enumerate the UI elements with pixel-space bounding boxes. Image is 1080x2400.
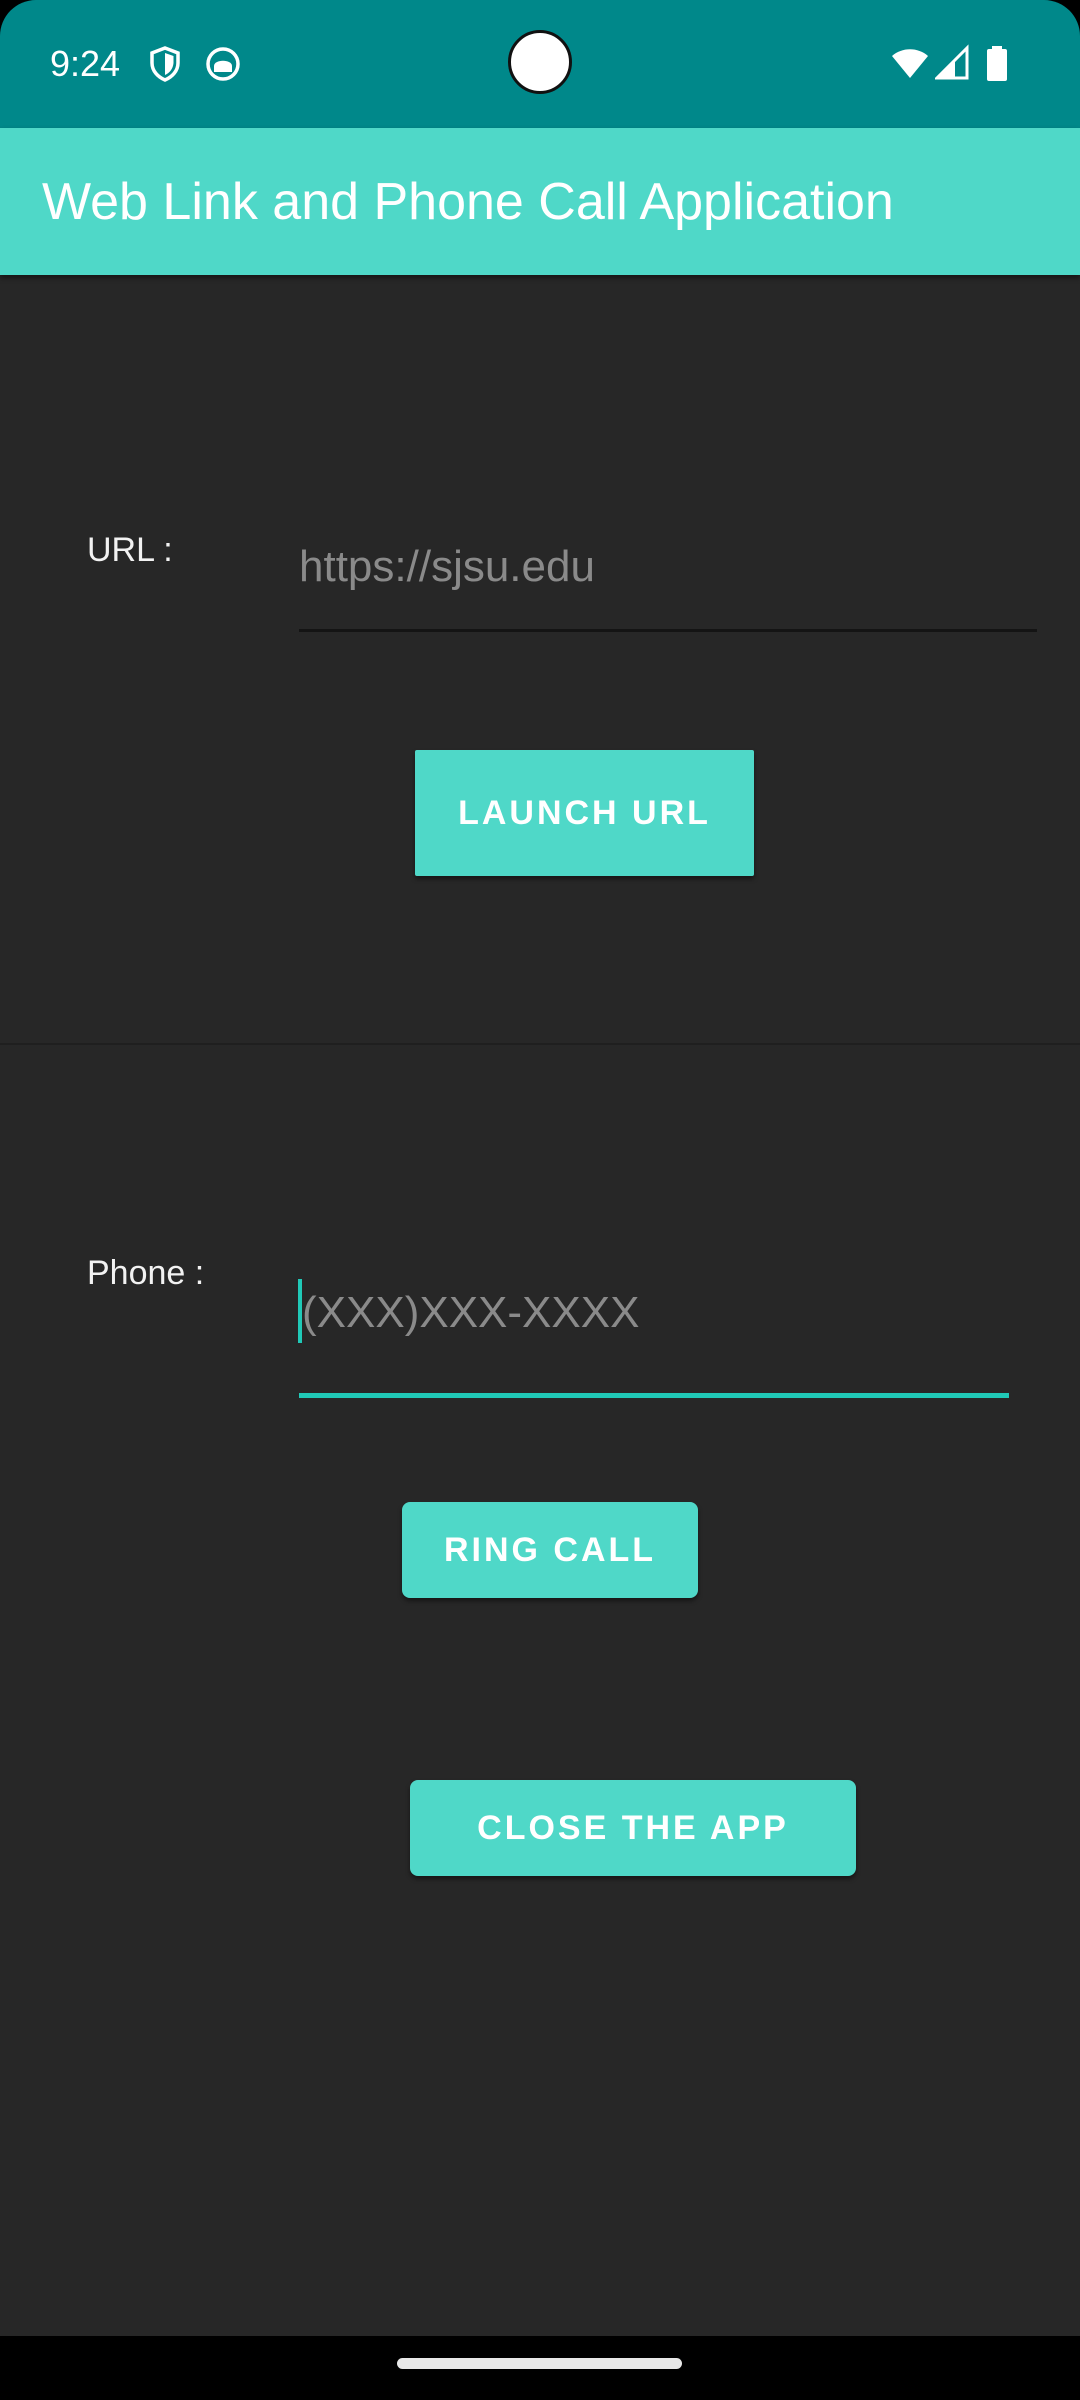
status-time: 9:24 [50, 43, 121, 84]
launch-url-button[interactable]: LAUNCH URL [415, 750, 754, 876]
app-title: Web Link and Phone Call Application [42, 173, 894, 231]
phone-label: Phone : [87, 1254, 205, 1292]
url-input-underline [299, 629, 1037, 632]
wifi-icon [890, 44, 930, 84]
home-indicator[interactable] [397, 2358, 682, 2369]
url-input[interactable] [299, 537, 1037, 597]
phone-input[interactable] [302, 1283, 1002, 1343]
camera-cutout [508, 30, 572, 94]
main-content: URL : LAUNCH URL Phone : RING CALL CLOSE… [0, 275, 1080, 2336]
shield-icon [145, 44, 185, 84]
app-bar: Web Link and Phone Call Application [0, 128, 1080, 275]
section-divider [0, 1043, 1080, 1045]
url-label: URL : [87, 531, 173, 569]
ring-call-button[interactable]: RING CALL [402, 1502, 698, 1598]
phone-input-underline [299, 1393, 1009, 1398]
android-icon [203, 44, 243, 84]
battery-icon [985, 44, 1009, 84]
close-app-button[interactable]: CLOSE THE APP [410, 1780, 856, 1876]
status-bar: 9:24 [0, 0, 1080, 128]
signal-icon [933, 44, 969, 84]
navigation-bar [0, 2336, 1080, 2400]
